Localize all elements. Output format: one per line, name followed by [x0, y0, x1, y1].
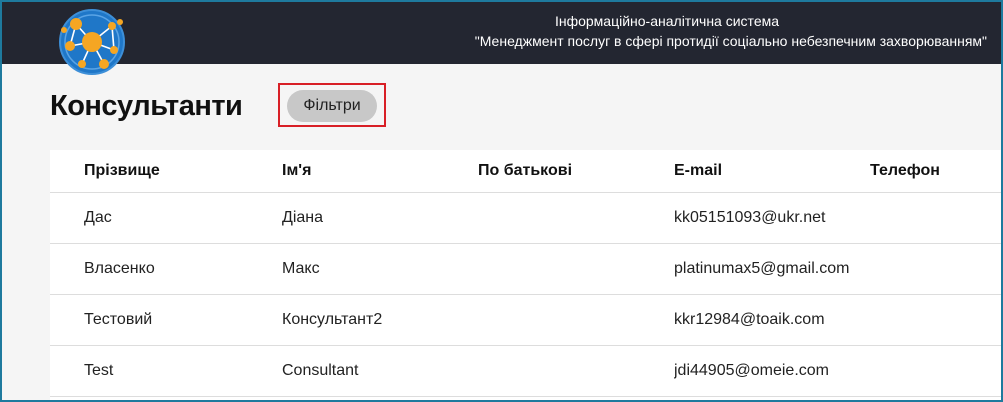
- cell-email: platinumax5@gmail.com: [674, 243, 870, 295]
- cell-email: kk05151093@ukr.net: [674, 192, 870, 244]
- system-title-line-1: Інформаційно-аналітична система: [554, 13, 780, 29]
- cell-surname: Test: [50, 345, 282, 397]
- cell-phone: [870, 192, 1001, 244]
- page-title: Консультанти: [50, 90, 243, 122]
- top-header-bar: Інформаційно-аналітична система "Менеджм…: [2, 2, 1001, 64]
- table-row[interactable]: Дас Діана kk05151093@ukr.net: [50, 192, 1001, 244]
- cell-email: jdi44905@omeie.com: [674, 345, 870, 397]
- cell-phone: [870, 294, 1001, 346]
- column-header-surname[interactable]: Прізвище: [50, 150, 282, 193]
- table-row[interactable]: Тестовий Консультант2 kkr12984@toaik.com: [50, 294, 1001, 346]
- main-content: Консультанти Фільтри Прізвище Ім'я По ба…: [2, 64, 1001, 400]
- system-title: Інформаційно-аналітична система "Менеджм…: [347, 11, 987, 51]
- column-header-patronymic[interactable]: По батькові: [478, 150, 674, 193]
- system-title-line-2: "Менеджмент послуг в сфері протидії соці…: [474, 33, 987, 49]
- consultants-table: Прізвище Ім'я По батькові E-mail Телефон…: [50, 150, 1001, 397]
- column-header-first-name[interactable]: Ім'я: [282, 150, 478, 193]
- cell-surname: Власенко: [50, 243, 282, 295]
- app-window: Інформаційно-аналітична система "Менеджм…: [0, 0, 1003, 402]
- cell-first-name: Консультант2: [282, 294, 478, 346]
- cell-patronymic: [478, 192, 674, 244]
- cell-first-name: Макс: [282, 243, 478, 295]
- column-header-phone[interactable]: Телефон: [870, 150, 1001, 193]
- table-row[interactable]: Власенко Макс platinumax5@gmail.com: [50, 243, 1001, 295]
- cell-phone: [870, 345, 1001, 397]
- cell-surname: Дас: [50, 192, 282, 244]
- consultants-table-container: Прізвище Ім'я По батькові E-mail Телефон…: [50, 150, 1001, 400]
- table-header-row: Прізвище Ім'я По батькові E-mail Телефон: [50, 150, 1001, 193]
- filters-button[interactable]: Фільтри: [287, 90, 377, 122]
- column-header-email[interactable]: E-mail: [674, 150, 870, 193]
- cell-first-name: Діана: [282, 192, 478, 244]
- cell-patronymic: [478, 294, 674, 346]
- cell-email: kkr12984@toaik.com: [674, 294, 870, 346]
- cell-surname: Тестовий: [50, 294, 282, 346]
- table-row[interactable]: Test Consultant jdi44905@omeie.com: [50, 345, 1001, 397]
- network-globe-icon[interactable]: [54, 4, 130, 80]
- cell-first-name: Consultant: [282, 345, 478, 397]
- cell-phone: [870, 243, 1001, 295]
- cell-patronymic: [478, 345, 674, 397]
- cell-patronymic: [478, 243, 674, 295]
